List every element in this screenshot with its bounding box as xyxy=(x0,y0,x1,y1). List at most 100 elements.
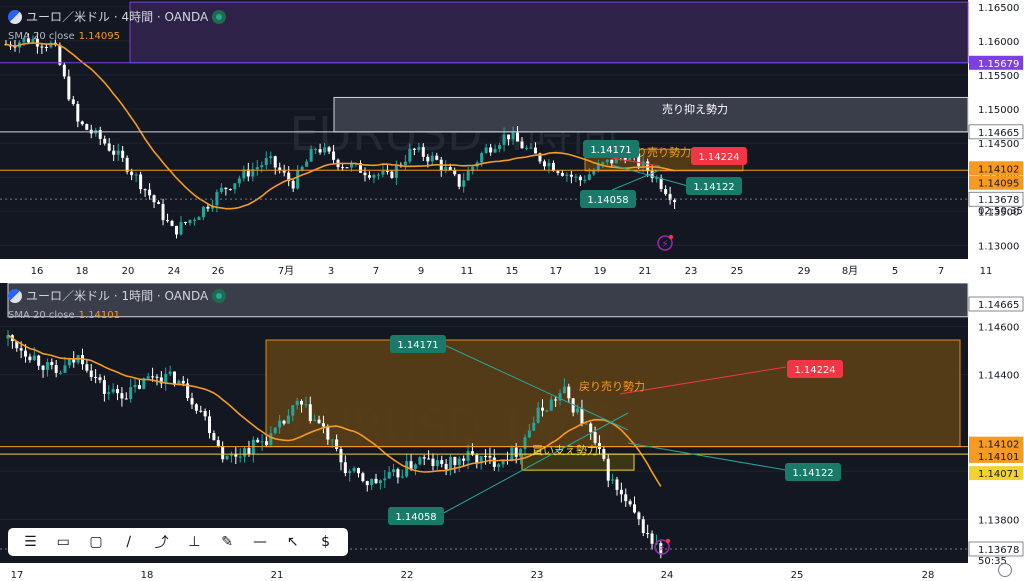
sma-legend[interactable]: SMA 20 close 1.14101 xyxy=(8,310,226,321)
candle-body xyxy=(601,162,605,165)
trend-line-icon[interactable]: ∕ xyxy=(118,531,140,553)
candle-body xyxy=(519,448,523,457)
chart-screen: EURUSD 4時間 売り抑え勢力 戻り売り勢力 1.14171 1.14224 1.14… xyxy=(0,0,1024,581)
candle-body xyxy=(385,171,389,173)
candle-body xyxy=(161,203,165,221)
path-icon[interactable]: ⤴ xyxy=(151,531,173,553)
alert-dot xyxy=(668,234,674,240)
candle-body xyxy=(199,410,203,412)
candle-body xyxy=(224,187,228,190)
candle-body xyxy=(400,476,404,478)
price-callout-label: 1.14224 xyxy=(698,152,739,163)
candle-body xyxy=(633,504,637,513)
candle-body xyxy=(197,217,201,220)
time-tick-label: 8月 xyxy=(842,265,858,277)
candle-body xyxy=(282,420,286,424)
candle-body xyxy=(462,458,466,461)
candle-body xyxy=(547,163,551,167)
candle-body xyxy=(116,389,120,394)
candle-body xyxy=(102,380,106,394)
time-tick-label: 7月 xyxy=(278,265,294,277)
lines-icon[interactable]: ☰ xyxy=(19,531,41,553)
candle-body xyxy=(269,156,273,159)
time-tick-label: 9 xyxy=(418,266,424,277)
settings-icon[interactable] xyxy=(998,563,1012,577)
chart-panel-4h[interactable]: EURUSD 4時間 売り抑え勢力 戻り売り勢力 1.14171 1.14224 1.14… xyxy=(0,0,1024,279)
symbol-title[interactable]: ユーロ／米ドル · 1時間 · OANDA xyxy=(26,287,208,304)
time-tick-label: 24 xyxy=(168,266,181,277)
brush-icon[interactable]: ✎ xyxy=(216,531,238,553)
candle-body xyxy=(493,149,497,153)
candle-body xyxy=(525,147,529,149)
candle-body xyxy=(605,159,609,163)
price-tick-label: 1.15000 xyxy=(978,105,1019,116)
candle-body xyxy=(32,355,36,361)
candle-body xyxy=(567,386,571,399)
time-tick-label: 18 xyxy=(76,266,89,277)
candle-body xyxy=(413,464,417,469)
candle-body xyxy=(67,359,71,366)
candle-body xyxy=(565,174,569,176)
symbol-title[interactable]: ユーロ／米ドル · 4時間 · OANDA xyxy=(26,8,208,25)
candle-body xyxy=(529,147,533,149)
candle-body xyxy=(589,423,593,433)
candle-body xyxy=(256,439,260,443)
candle-body xyxy=(426,156,430,162)
sma-label: SMA 20 close xyxy=(8,310,75,321)
candle-body xyxy=(560,172,564,176)
comment-icon[interactable]: ▭ xyxy=(52,531,74,553)
candle-body xyxy=(637,512,641,520)
candle-body xyxy=(646,532,650,534)
candle-body xyxy=(111,389,115,393)
candle-body xyxy=(137,384,141,389)
candle-body xyxy=(378,480,382,484)
candle-body xyxy=(619,489,623,495)
price-tick-label: 1.15500 xyxy=(978,71,1019,82)
sma-value: 1.14095 xyxy=(78,31,121,42)
candle-body xyxy=(409,461,413,469)
sma-legend[interactable]: SMA 20 close 1.14095 xyxy=(8,31,226,42)
candle-body xyxy=(516,132,520,142)
candle-body xyxy=(255,167,259,170)
candle-body xyxy=(203,410,207,417)
drawing-toolbar[interactable]: ☰ ▭ ▢ ∕ ⤴ ⊥ ✎ — ↖ $ xyxy=(8,528,348,556)
market-status-icon xyxy=(212,288,227,303)
zone-label: 戻り売り勢力 xyxy=(579,379,645,393)
horizontal-line-icon[interactable]: — xyxy=(249,531,271,553)
candle-body xyxy=(541,407,545,411)
time-tick-label: 19 xyxy=(594,266,607,277)
price-callout-label: 1.14058 xyxy=(395,512,436,523)
candle-body xyxy=(85,364,89,371)
candle-body xyxy=(215,191,219,206)
candle-body xyxy=(348,471,352,474)
cursor-icon[interactable]: ↖ xyxy=(282,531,304,553)
candle-body xyxy=(412,148,416,150)
candle-body xyxy=(238,456,242,458)
candle-body xyxy=(134,174,138,176)
candle-body xyxy=(421,147,425,157)
candle-body xyxy=(606,458,610,481)
candle-body xyxy=(475,454,479,464)
candle-body xyxy=(427,458,431,460)
candle-body xyxy=(527,430,531,438)
candle-body xyxy=(37,355,41,366)
candle-body xyxy=(587,174,591,180)
price-tag-icon[interactable]: $ xyxy=(315,531,337,553)
candle-body xyxy=(628,501,632,505)
candle-body xyxy=(363,172,367,176)
candle-body xyxy=(323,147,327,153)
candle-body xyxy=(121,150,125,158)
candle-body xyxy=(370,478,374,486)
candle-body xyxy=(151,376,155,378)
candle-body xyxy=(107,143,111,151)
position-icon[interactable]: ⊥ xyxy=(183,531,205,553)
candle-body xyxy=(237,178,241,184)
price-badge-label: 1.14101 xyxy=(978,452,1019,463)
price-tick-label: 1.16000 xyxy=(978,37,1019,48)
rectangle-icon[interactable]: ▢ xyxy=(85,531,107,553)
price-callout-label: 1.14058 xyxy=(587,195,628,206)
candle-body xyxy=(361,473,365,482)
candle-body xyxy=(228,189,232,191)
candle-body xyxy=(216,440,220,447)
candle-body xyxy=(221,446,225,460)
